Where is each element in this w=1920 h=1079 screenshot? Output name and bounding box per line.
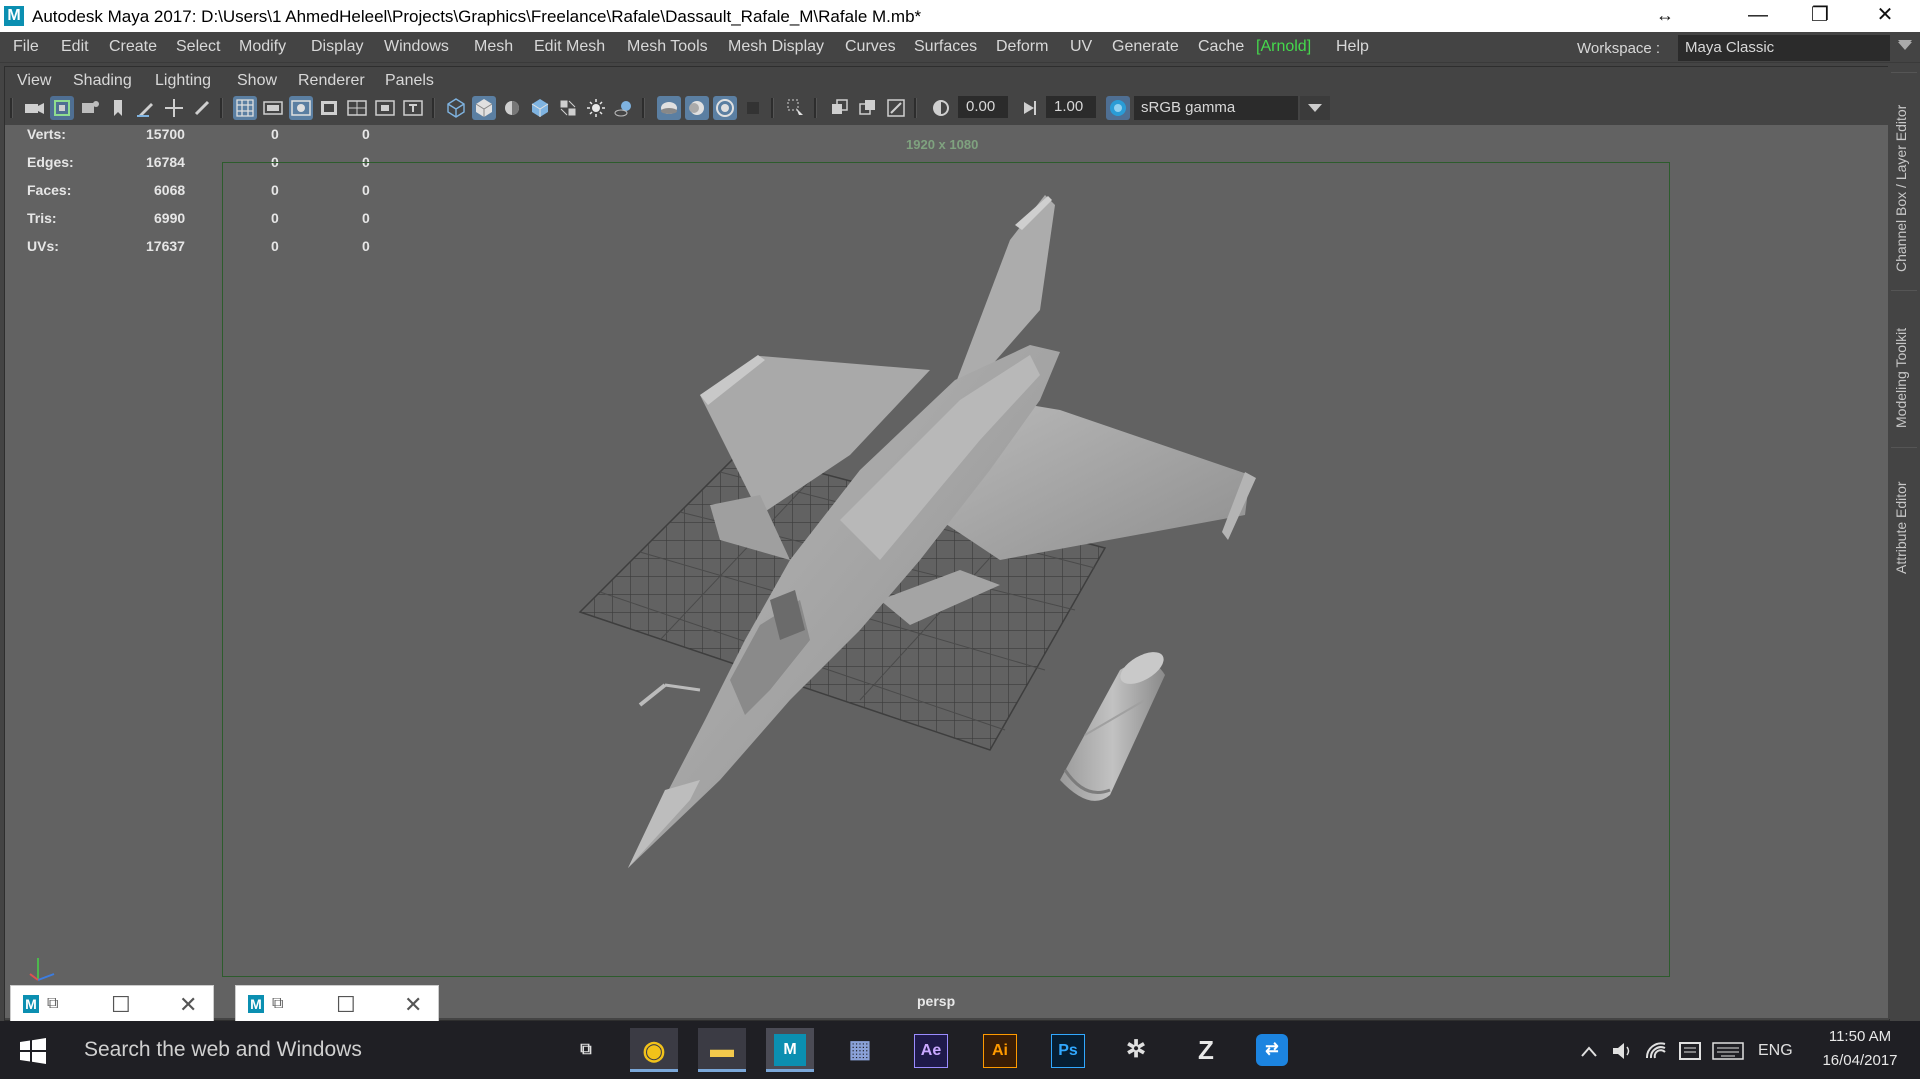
axis-gizmo-icon [29, 958, 55, 981]
tab-channel-box[interactable]: Channel Box / Layer Editor [1893, 105, 1909, 272]
teamviewer-icon: ⇄ [1256, 1034, 1288, 1066]
maya-icon: M [774, 1034, 806, 1066]
taskbar-app-explorer[interactable]: ▬ [698, 1028, 746, 1072]
task-view-icon: ⧉ [580, 1041, 592, 1058]
maya-logo-icon: M [248, 995, 264, 1013]
maximize-button[interactable]: ☐ [336, 992, 356, 1018]
tab-modeling-toolkit[interactable]: Modeling Toolkit [1893, 328, 1909, 428]
folder-icon: ▬ [710, 1036, 734, 1063]
minimized-window[interactable]: M ⧉ ☐ ✕ [10, 985, 214, 1023]
keyboard-icon[interactable] [1712, 1042, 1744, 1060]
camera-label: persp [917, 993, 956, 1009]
chevron-up-icon[interactable] [1580, 1044, 1598, 1058]
language-indicator[interactable]: ENG [1758, 1042, 1793, 1060]
tab-attribute-editor[interactable]: Attribute Editor [1893, 481, 1909, 574]
task-view-button[interactable]: ⧉ [562, 1028, 610, 1072]
tab-divider [1891, 447, 1917, 448]
scene-render [578, 195, 1256, 868]
fuel-tank-part [1060, 652, 1165, 801]
minimized-window[interactable]: M ⧉ ☐ ✕ [235, 985, 439, 1023]
gear-app-icon: ✲ [1125, 1036, 1147, 1063]
chrome-icon: ◉ [642, 1035, 666, 1065]
close-button[interactable]: ✕ [404, 992, 422, 1018]
taskbar-search[interactable]: Search the web and Windows [84, 1038, 362, 1062]
taskbar-app-zbrush[interactable]: Z [1182, 1028, 1230, 1072]
maya-logo-icon: M [23, 995, 39, 1013]
photoshop-icon: Ps [1051, 1034, 1085, 1068]
taskbar-app-photoshop[interactable]: Ps [1043, 1028, 1091, 1072]
wifi-icon[interactable] [1645, 1040, 1669, 1062]
clock-time[interactable]: 11:50 AM [1810, 1028, 1910, 1045]
restore-icon[interactable]: ⧉ [47, 995, 58, 1013]
media-icon: ▦ [848, 1036, 872, 1063]
zbrush-icon: Z [1198, 1035, 1214, 1065]
taskbar-app-teamviewer[interactable]: ⇄ [1248, 1028, 1296, 1072]
aircraft-nose [628, 780, 700, 868]
notifications-icon[interactable] [1678, 1040, 1702, 1062]
tab-divider [1891, 290, 1917, 291]
taskbar-app-gear[interactable]: ✲ [1112, 1028, 1160, 1072]
taskbar-app-maya[interactable]: M [766, 1028, 814, 1072]
maximize-button[interactable]: ☐ [111, 992, 131, 1018]
taskbar-app-after-effects[interactable]: Ae [906, 1028, 954, 1072]
volume-icon[interactable] [1610, 1040, 1634, 1062]
clock-date[interactable]: 16/04/2017 [1810, 1052, 1910, 1069]
after-effects-icon: Ae [914, 1034, 948, 1068]
chevron-down-icon[interactable] [1898, 40, 1912, 48]
taskbar-app-media[interactable]: ▦ [836, 1028, 884, 1072]
illustrator-icon: Ai [983, 1034, 1017, 1068]
restore-icon[interactable]: ⧉ [272, 995, 283, 1013]
tab-divider [1891, 72, 1917, 73]
close-button[interactable]: ✕ [179, 992, 197, 1018]
windows-start-icon[interactable] [20, 1038, 46, 1064]
taskbar-app-chrome[interactable]: ◉ [630, 1028, 678, 1072]
taskbar-app-illustrator[interactable]: Ai [975, 1028, 1023, 1072]
